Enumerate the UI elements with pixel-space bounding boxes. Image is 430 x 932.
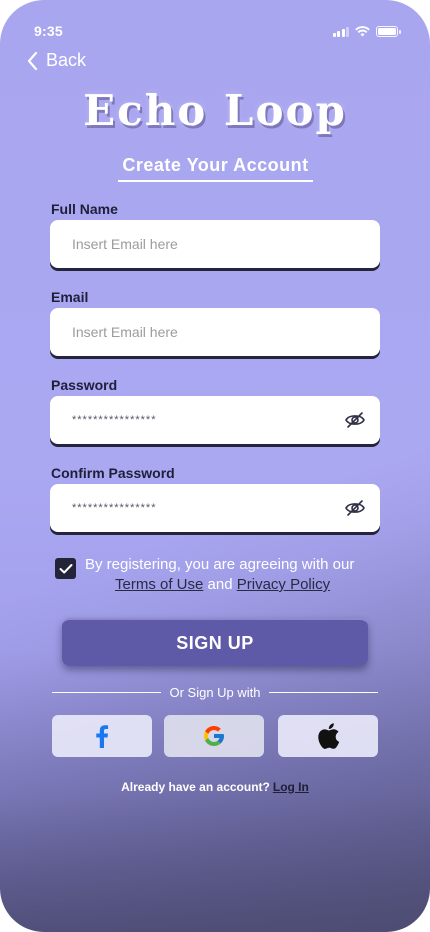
- status-bar: 9:35: [0, 0, 430, 50]
- divider-label: Or Sign Up with: [169, 685, 261, 700]
- facebook-sign-up-button[interactable]: [52, 715, 152, 757]
- terms-text: By registering, you are agreeing with ou…: [85, 556, 355, 573]
- status-icons: [332, 26, 401, 37]
- full-name-input[interactable]: [72, 236, 358, 252]
- divider-line: [52, 692, 162, 693]
- full-name-label: Full Name: [51, 201, 118, 217]
- login-row: Already have an account? Log In: [0, 780, 430, 794]
- confirm-password-field[interactable]: ****************: [50, 484, 380, 532]
- social-divider: Or Sign Up with: [52, 685, 379, 700]
- email-label: Email: [51, 289, 89, 305]
- eye-off-icon[interactable]: [344, 498, 366, 518]
- apple-icon: [318, 723, 340, 749]
- status-time: 9:35: [34, 23, 63, 39]
- confirm-password-label: Confirm Password: [51, 465, 175, 481]
- facebook-icon: [96, 725, 109, 748]
- confirm-password-value: ****************: [72, 502, 157, 514]
- phone-screen: 9:35 Back Echo Loop Create Your Account …: [0, 0, 430, 932]
- google-sign-up-button[interactable]: [164, 715, 264, 757]
- sign-up-button[interactable]: SIGN UP: [62, 618, 368, 666]
- email-field-container: [50, 308, 380, 356]
- privacy-policy-link[interactable]: Privacy Policy: [237, 576, 330, 593]
- full-name-field-container: [50, 220, 380, 268]
- back-label: Back: [46, 50, 87, 70]
- checkmark-icon: [59, 563, 72, 573]
- password-field[interactable]: ****************: [50, 396, 380, 444]
- log-in-link[interactable]: Log In: [273, 780, 309, 794]
- wifi-icon: [355, 26, 370, 37]
- back-button[interactable]: Back: [26, 50, 86, 71]
- page-title: Create Your Account: [118, 155, 313, 182]
- terms-links-row: Terms of Use and Privacy Policy: [115, 576, 330, 593]
- apple-sign-up-button[interactable]: [278, 715, 378, 757]
- login-prompt: Already have an account?: [121, 780, 270, 794]
- password-value: ****************: [72, 414, 157, 426]
- terms-checkbox[interactable]: [55, 558, 76, 579]
- email-input[interactable]: [72, 324, 358, 340]
- google-icon: [204, 726, 224, 746]
- app-logo: Echo Loop: [83, 86, 347, 135]
- eye-off-icon[interactable]: [344, 410, 366, 430]
- terms-and-text: and: [207, 576, 233, 593]
- chevron-left-icon: [27, 51, 38, 70]
- signal-icon: [332, 26, 349, 37]
- divider-line: [268, 692, 379, 693]
- battery-icon: [376, 26, 401, 37]
- terms-of-use-link[interactable]: Terms of Use: [115, 576, 203, 593]
- password-label: Password: [51, 377, 118, 393]
